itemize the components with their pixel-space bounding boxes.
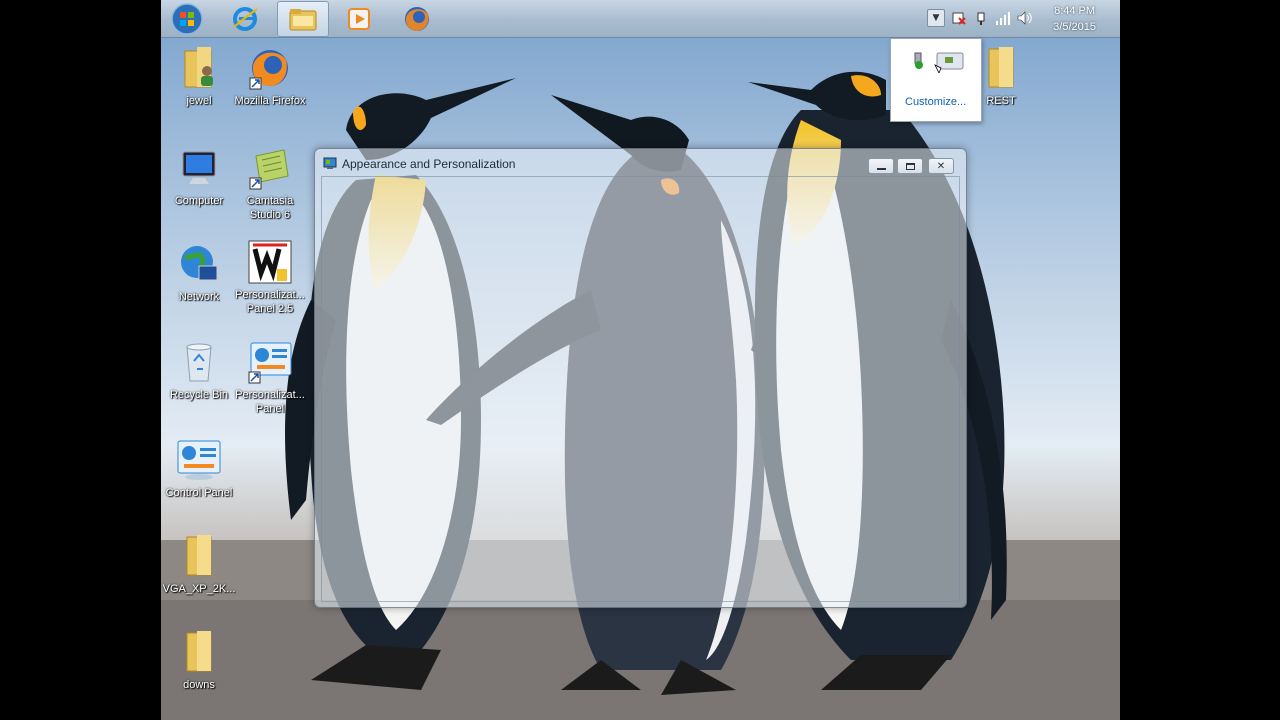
- desktop-icon-label: Personalizat... Panel 2.5: [235, 289, 305, 315]
- computer-icon: [182, 151, 216, 184]
- display-settings-icon: [934, 52, 964, 74]
- desktop-icon-recycle-bin[interactable]: Recycle Bin: [161, 338, 237, 402]
- maximize-icon: [905, 162, 915, 170]
- recycle-bin-icon: [186, 343, 212, 382]
- media-player-icon: [348, 8, 370, 30]
- desktop-icon-mozilla-firefox[interactable]: Mozilla Firefox: [232, 44, 308, 108]
- folder-icon: [289, 9, 317, 31]
- desktop-icon-label: jewel: [186, 95, 212, 107]
- firefox-icon: [249, 50, 288, 90]
- personalization-panel-w-icon: [248, 240, 292, 284]
- desktop-icon-camtasia[interactable]: Camtasia Studio 6: [232, 144, 308, 222]
- tray-hidden-icon-2[interactable]: [933, 49, 967, 77]
- desktop-icon-label: Network: [178, 291, 220, 303]
- taskbar-windows-explorer[interactable]: [277, 1, 329, 37]
- tray-hidden-icon-1[interactable]: [909, 51, 929, 75]
- desktop-icon-jewel[interactable]: jewel: [161, 44, 237, 108]
- customize-link[interactable]: Customize...: [905, 96, 966, 108]
- ie-icon: [233, 7, 258, 31]
- taskbar: ▼ 8:44 PM 3/5/2015: [161, 0, 1120, 38]
- control-panel-icon: [177, 440, 221, 480]
- desktop-icon-network[interactable]: Network: [161, 240, 237, 304]
- desktop-icon-computer[interactable]: Computer: [161, 144, 237, 208]
- desktop-icon-vga-folder[interactable]: VGA_XP_2K...: [161, 532, 237, 596]
- network-signal-icon[interactable]: [995, 10, 1011, 26]
- desktop-icon-label: downs: [183, 679, 215, 691]
- close-button[interactable]: ✕: [928, 158, 954, 174]
- action-center-icon[interactable]: [951, 10, 967, 26]
- desktop-icon-label: Control Panel: [165, 487, 233, 499]
- start-button[interactable]: [167, 1, 207, 37]
- show-hidden-icons-button[interactable]: ▼: [927, 9, 945, 27]
- control-panel-small-icon: [323, 157, 337, 169]
- network-icon: [181, 246, 218, 281]
- desktop-icon-label: VGA_XP_2K...: [162, 583, 236, 595]
- folder-icon: [186, 535, 212, 576]
- window-titlebar[interactable]: Appearance and Personalization ✕: [315, 149, 966, 176]
- maximize-button[interactable]: [897, 158, 923, 174]
- user-folder-icon: [184, 47, 213, 88]
- notification-area-overflow-popup: Customize...: [890, 38, 982, 122]
- desktop-icon-personalization-panel[interactable]: Personalizat... Panel: [232, 338, 308, 416]
- window-content-area: [321, 176, 960, 602]
- volume-icon[interactable]: [1017, 10, 1033, 26]
- desktop-icon-control-panel[interactable]: Control Panel: [161, 436, 237, 500]
- taskbar-firefox[interactable]: [395, 1, 439, 37]
- appearance-personalization-window: Appearance and Personalization ✕: [314, 148, 967, 608]
- taskbar-media-player[interactable]: [337, 1, 381, 37]
- windows-start-orb-icon: [171, 3, 203, 35]
- folder-icon: [186, 631, 212, 672]
- window-title: Appearance and Personalization: [342, 157, 516, 171]
- taskbar-clock[interactable]: 8:44 PM 3/5/2015: [1053, 3, 1096, 35]
- close-icon: ✕: [936, 160, 946, 172]
- usb-safely-remove-icon: [914, 52, 923, 69]
- chevron-down-icon: ▼: [932, 13, 940, 23]
- clock-time: 8:44 PM: [1054, 5, 1096, 17]
- camtasia-icon: [249, 149, 289, 190]
- clock-date: 3/5/2015: [1053, 21, 1096, 33]
- personalization-panel-icon: [248, 342, 292, 384]
- desktop-icon-label: Personalizat... Panel: [235, 389, 305, 415]
- desktop-icon-label: Camtasia Studio 6: [246, 195, 294, 221]
- desktop-screen: ▼ 8:44 PM 3/5/2015 jewel Mozilla Firefox…: [161, 0, 1120, 720]
- power-plug-icon[interactable]: [973, 10, 989, 26]
- minimize-button[interactable]: [868, 158, 894, 174]
- desktop-icon-label: Computer: [174, 195, 224, 207]
- taskbar-internet-explorer[interactable]: [223, 1, 267, 37]
- desktop-icon-label: Mozilla Firefox: [234, 95, 306, 107]
- minimize-icon: [876, 168, 886, 170]
- folder-icon: [988, 47, 1014, 88]
- desktop-icon-downs[interactable]: downs: [161, 628, 237, 692]
- firefox-icon: [405, 7, 429, 32]
- desktop-icon-personalization-panel-2-5[interactable]: Personalizat... Panel 2.5: [232, 238, 308, 316]
- desktop-icon-label: Recycle Bin: [169, 389, 229, 401]
